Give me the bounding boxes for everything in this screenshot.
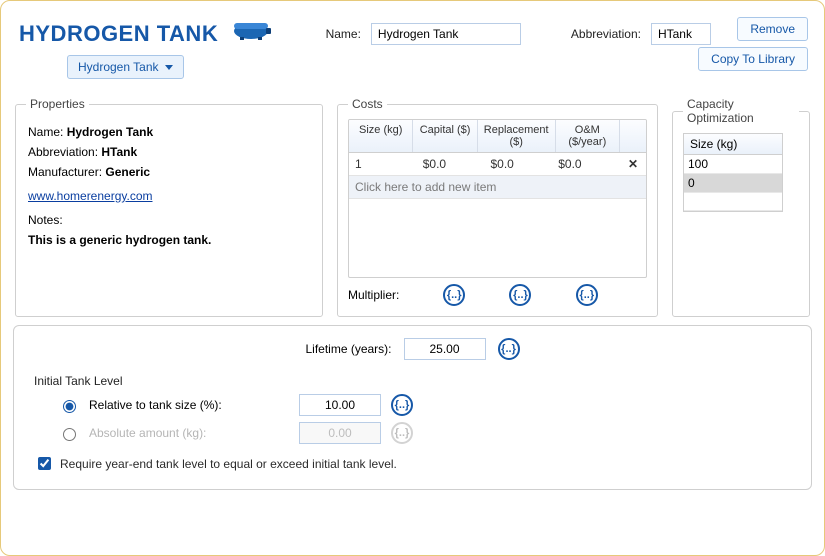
hydrogen-tank-panel: HYDROGEN TANK Hydrogen Tank Name: [0,0,825,556]
col-replacement[interactable]: Replacement ($) [478,120,556,152]
copy-to-library-button[interactable]: Copy To Library [698,47,808,71]
require-yearend-label: Require year-end tank level to equal or … [60,457,397,471]
remove-button[interactable]: Remove [737,17,808,41]
multiplier-label: Multiplier: [348,288,420,302]
lifetime-label: Lifetime (years): [305,342,391,356]
capopt-legend: Capacity Optimization [683,97,799,125]
cost-capital[interactable]: $0.0 [417,153,485,175]
relative-label: Relative to tank size (%): [89,398,289,412]
name-input[interactable] [371,23,521,45]
absolute-sensitivity-button: {..} [391,422,413,444]
lifetime-input[interactable] [404,338,486,360]
website-link[interactable]: www.homerenergy.com [28,189,153,203]
col-capital[interactable]: Capital ($) [413,120,477,152]
prop-abbr-value: HTank [101,145,137,159]
cost-replacement[interactable]: $0.0 [485,153,553,175]
cost-row[interactable]: 1 $0.0 $0.0 $0.0 ✕ [349,153,646,176]
relative-input[interactable] [299,394,381,416]
delete-row-icon[interactable]: ✕ [620,153,646,175]
name-label: Name: [326,27,361,41]
costs-panel: Costs Size (kg) Capital ($) Replacement … [337,97,658,317]
add-cost-row[interactable]: Click here to add new item [349,176,646,199]
prop-notes-label: Notes: [28,213,63,227]
prop-manufacturer-label: Manufacturer: [28,165,102,179]
costs-legend: Costs [348,97,387,111]
costs-table[interactable]: Size (kg) Capital ($) Replacement ($) O&… [348,119,647,278]
relative-sensitivity-button[interactable]: {..} [391,394,413,416]
multiplier-om-button[interactable]: {..} [576,284,598,306]
prop-name-label: Name: [28,125,63,139]
settings-panel: Lifetime (years): {..} Initial Tank Leve… [13,325,812,490]
absolute-input [299,422,381,444]
properties-legend: Properties [26,97,89,111]
initial-tank-level-label: Initial Tank Level [34,374,795,388]
prop-abbr-label: Abbreviation: [28,145,98,159]
capacity-cell[interactable] [684,193,782,211]
col-om[interactable]: O&M ($/year) [556,120,620,152]
cost-om[interactable]: $0.0 [552,153,620,175]
absolute-label: Absolute amount (kg): [89,426,289,440]
require-yearend-checkbox[interactable] [38,457,51,470]
multiplier-replacement-button[interactable]: {..} [509,284,531,306]
relative-radio[interactable] [63,400,76,413]
prop-manufacturer-value: Generic [105,165,150,179]
capacity-optimization-panel: Capacity Optimization Size (kg) 100 0 [672,97,810,317]
capacity-cell[interactable]: 100 [684,155,782,174]
page-title: HYDROGEN TANK [19,21,218,46]
capacity-header[interactable]: Size (kg) [684,134,782,155]
prop-name-value: Hydrogen Tank [67,125,153,139]
lifetime-sensitivity-button[interactable]: {..} [498,338,520,360]
hydrogen-tank-icon [230,19,272,44]
abbr-label: Abbreviation: [571,27,641,41]
prop-notes-value: This is a generic hydrogen tank. [28,233,310,247]
properties-panel: Properties Name: Hydrogen Tank Abbreviat… [15,97,323,317]
component-dropdown-label: Hydrogen Tank [78,60,159,74]
cost-size[interactable]: 1 [349,153,417,175]
capacity-cell[interactable]: 0 [684,174,782,193]
chevron-down-icon [165,65,173,70]
multiplier-capital-button[interactable]: {..} [443,284,465,306]
absolute-radio[interactable] [63,428,76,441]
col-size[interactable]: Size (kg) [349,120,413,152]
capacity-table[interactable]: Size (kg) 100 0 [683,133,783,212]
component-dropdown[interactable]: Hydrogen Tank [67,55,184,79]
